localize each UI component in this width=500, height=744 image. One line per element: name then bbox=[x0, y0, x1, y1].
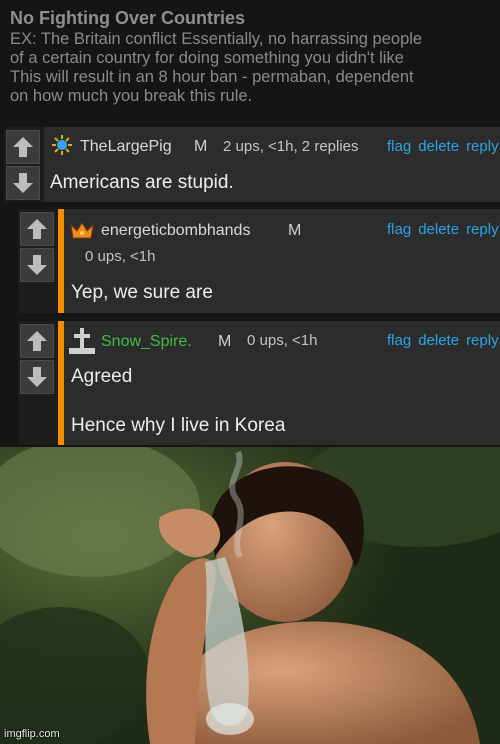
reaction-photo-illustration bbox=[0, 447, 500, 744]
comment-actions: flag delete reply bbox=[387, 331, 500, 351]
username-link[interactable]: Snow_Spire. bbox=[101, 332, 192, 352]
delete-link[interactable]: delete bbox=[418, 332, 459, 349]
reply-link[interactable]: reply bbox=[466, 138, 499, 155]
thread-accent-bar bbox=[58, 209, 64, 313]
comment-snow-spire: Snow_Spire. M 0 ups, <1h flag delete reply… bbox=[18, 321, 500, 445]
comment-section: No Fighting Over Countries EX: The Brita… bbox=[0, 0, 500, 447]
downvote-button[interactable] bbox=[6, 166, 40, 200]
comment-text: Yep, we sure are bbox=[71, 282, 213, 303]
comment-actions: flag delete reply bbox=[387, 220, 500, 240]
upvote-button[interactable] bbox=[20, 212, 54, 246]
comment-text: Hence why I live in Korea bbox=[71, 415, 286, 436]
rules-box: No Fighting Over Countries EX: The Brita… bbox=[10, 6, 495, 106]
delete-link[interactable]: delete bbox=[418, 221, 459, 238]
reaction-photo: imgflip.com bbox=[0, 447, 500, 744]
username-link[interactable]: TheLargePig bbox=[80, 137, 172, 157]
reply-link[interactable]: reply bbox=[466, 221, 499, 238]
rules-line: EX: The Britain conflict Essentially, no… bbox=[10, 30, 423, 48]
delete-link[interactable]: delete bbox=[418, 138, 459, 155]
upvote-button[interactable] bbox=[20, 324, 54, 358]
rules-line: This will result in an 8 hour ban - perm… bbox=[10, 68, 414, 86]
user-mark: M bbox=[194, 138, 208, 155]
comment-meta: 0 ups, <1h bbox=[85, 248, 156, 265]
sun-icon bbox=[52, 135, 72, 155]
flag-link[interactable]: flag bbox=[387, 138, 411, 155]
reply-link[interactable]: reply bbox=[466, 332, 499, 349]
flag-link[interactable]: flag bbox=[387, 332, 411, 349]
grave-cross-icon bbox=[69, 328, 95, 354]
thread-accent-bar bbox=[58, 321, 64, 445]
username-link[interactable]: energeticbombhands bbox=[101, 221, 250, 241]
arrow-up-icon bbox=[27, 331, 47, 351]
arrow-down-icon bbox=[13, 173, 33, 193]
user-mark: M bbox=[218, 333, 232, 350]
comment-thelargepig: TheLargePig M 2 ups, <1h, 2 replies flag… bbox=[4, 127, 500, 202]
comment-text: Agreed bbox=[71, 366, 133, 387]
arrow-down-icon bbox=[27, 255, 47, 275]
imgflip-watermark: imgflip.com bbox=[4, 728, 60, 740]
comment-energeticbombhands: energeticbombhands M flag delete reply 0 u… bbox=[18, 209, 500, 313]
arrow-up-icon bbox=[13, 137, 33, 157]
arrow-down-icon bbox=[27, 367, 47, 387]
downvote-button[interactable] bbox=[20, 360, 54, 394]
vote-bar bbox=[4, 127, 44, 202]
upvote-button[interactable] bbox=[6, 130, 40, 164]
user-mark: M bbox=[288, 222, 302, 239]
comment-meta: 2 ups, <1h, 2 replies bbox=[223, 138, 359, 155]
vote-bar bbox=[18, 209, 58, 313]
rules-title: No Fighting Over Countries bbox=[10, 8, 246, 28]
downvote-button[interactable] bbox=[20, 248, 54, 282]
vote-bar bbox=[18, 321, 58, 445]
rules-line: on how much you break this rule. bbox=[10, 87, 253, 105]
arrow-up-icon bbox=[27, 219, 47, 239]
rules-line: of a certain country for doing something… bbox=[10, 49, 404, 67]
crown-icon bbox=[70, 222, 94, 239]
comment-actions: flag delete reply bbox=[387, 137, 500, 157]
comment-text: Americans are stupid. bbox=[50, 172, 234, 193]
flag-link[interactable]: flag bbox=[387, 221, 411, 238]
comment-meta: 0 ups, <1h bbox=[247, 332, 318, 349]
